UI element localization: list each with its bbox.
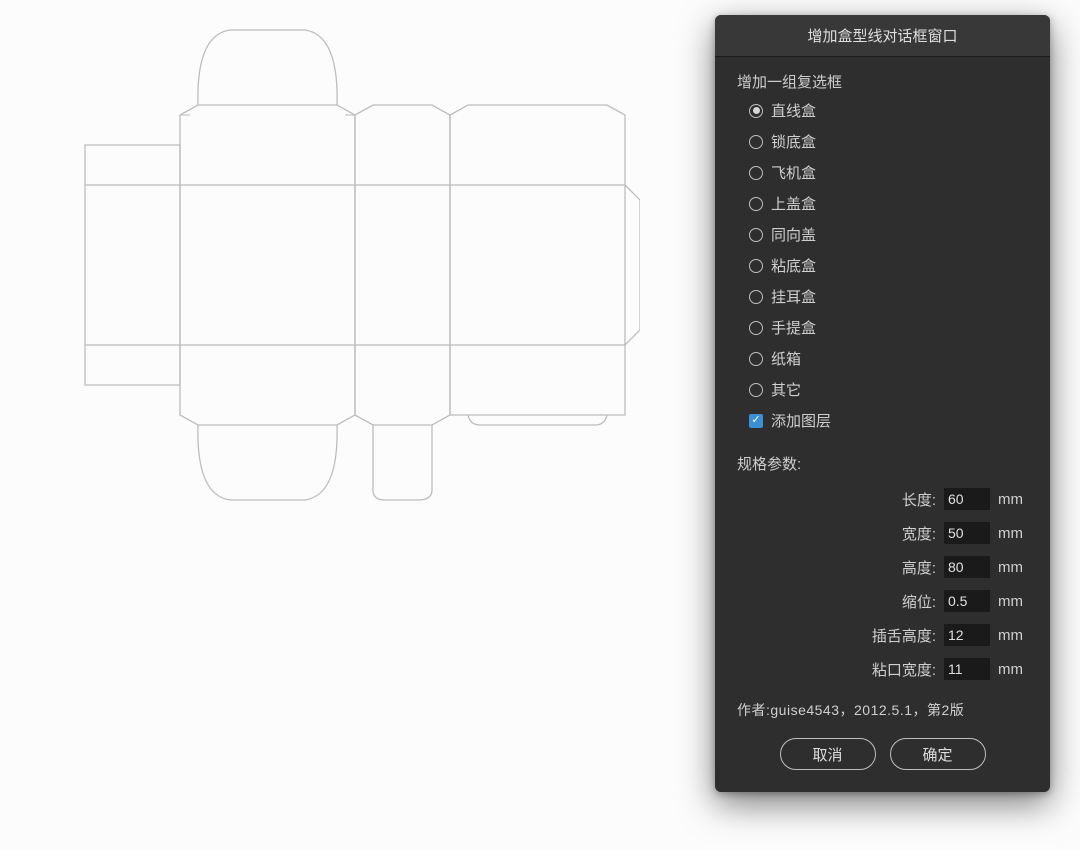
checkbox-add-layer[interactable]: 添加图层 — [737, 410, 1028, 431]
input-height[interactable] — [944, 556, 990, 578]
radio-label: 纸箱 — [771, 348, 801, 369]
radio-icon — [749, 228, 763, 242]
radio-airplane-box[interactable]: 飞机盒 — [749, 162, 1028, 183]
radio-icon — [749, 166, 763, 180]
dialog-title: 增加盒型线对话框窗口 — [715, 15, 1050, 57]
radio-glue-bottom[interactable]: 粘底盒 — [749, 255, 1028, 276]
param-label: 插舌高度: — [866, 625, 936, 646]
input-length[interactable] — [944, 488, 990, 510]
radio-icon — [749, 352, 763, 366]
radio-label: 锁底盒 — [771, 131, 816, 152]
param-label: 粘口宽度: — [866, 659, 936, 680]
input-shrink[interactable] — [944, 590, 990, 612]
param-label: 宽度: — [866, 523, 936, 544]
param-label: 缩位: — [866, 591, 936, 612]
param-unit: mm — [998, 661, 1028, 678]
radio-icon — [749, 135, 763, 149]
radio-handle-box[interactable]: 手提盒 — [749, 317, 1028, 338]
radio-lock-bottom[interactable]: 锁底盒 — [749, 131, 1028, 152]
param-label: 长度: — [866, 489, 936, 510]
radio-other[interactable]: 其它 — [749, 379, 1028, 400]
canvas-area — [0, 0, 710, 850]
cancel-button[interactable]: 取消 — [780, 738, 876, 770]
param-row-length: 长度: mm — [737, 488, 1028, 510]
input-tongue-height[interactable] — [944, 624, 990, 646]
radio-icon — [749, 259, 763, 273]
param-row-glue-width: 粘口宽度: mm — [737, 658, 1028, 680]
button-row: 取消 确定 — [737, 738, 1028, 770]
radio-icon — [749, 290, 763, 304]
param-unit: mm — [998, 491, 1028, 508]
radio-icon — [749, 104, 763, 118]
checkbox-label: 添加图层 — [771, 410, 831, 431]
radio-carton[interactable]: 纸箱 — [749, 348, 1028, 369]
param-unit: mm — [998, 559, 1028, 576]
param-unit: mm — [998, 525, 1028, 542]
radio-straight-box[interactable]: 直线盒 — [749, 100, 1028, 121]
param-row-height: 高度: mm — [737, 556, 1028, 578]
dialog-body: 增加一组复选框 直线盒 锁底盒 飞机盒 上盖盒 同向盖 — [715, 57, 1050, 792]
radio-icon — [749, 197, 763, 211]
author-line: 作者:guise4543，2012.5.1，第2版 — [737, 700, 1028, 720]
radio-label: 手提盒 — [771, 317, 816, 338]
dialog-window: 增加盒型线对话框窗口 增加一组复选框 直线盒 锁底盒 飞机盒 上盖盒 同向盖 — [715, 15, 1050, 792]
params-title: 规格参数: — [737, 453, 1028, 474]
radio-list: 直线盒 锁底盒 飞机盒 上盖盒 同向盖 粘底盒 — [737, 100, 1028, 400]
confirm-button[interactable]: 确定 — [890, 738, 986, 770]
radio-group-label: 增加一组复选框 — [737, 71, 1028, 92]
radio-label: 粘底盒 — [771, 255, 816, 276]
input-glue-width[interactable] — [944, 658, 990, 680]
radio-label: 同向盖 — [771, 224, 816, 245]
radio-ear-box[interactable]: 挂耳盒 — [749, 286, 1028, 307]
box-dieline-icon — [80, 15, 640, 535]
input-width[interactable] — [944, 522, 990, 544]
radio-top-cover[interactable]: 上盖盒 — [749, 193, 1028, 214]
param-row-shrink: 缩位: mm — [737, 590, 1028, 612]
radio-icon — [749, 321, 763, 335]
radio-icon — [749, 383, 763, 397]
param-label: 高度: — [866, 557, 936, 578]
radio-label: 其它 — [771, 379, 801, 400]
param-unit: mm — [998, 593, 1028, 610]
radio-label: 直线盒 — [771, 100, 816, 121]
radio-label: 上盖盒 — [771, 193, 816, 214]
checkbox-icon — [749, 414, 763, 428]
radio-label: 挂耳盒 — [771, 286, 816, 307]
param-row-width: 宽度: mm — [737, 522, 1028, 544]
radio-same-cover[interactable]: 同向盖 — [749, 224, 1028, 245]
param-unit: mm — [998, 627, 1028, 644]
radio-label: 飞机盒 — [771, 162, 816, 183]
param-row-tongue-height: 插舌高度: mm — [737, 624, 1028, 646]
